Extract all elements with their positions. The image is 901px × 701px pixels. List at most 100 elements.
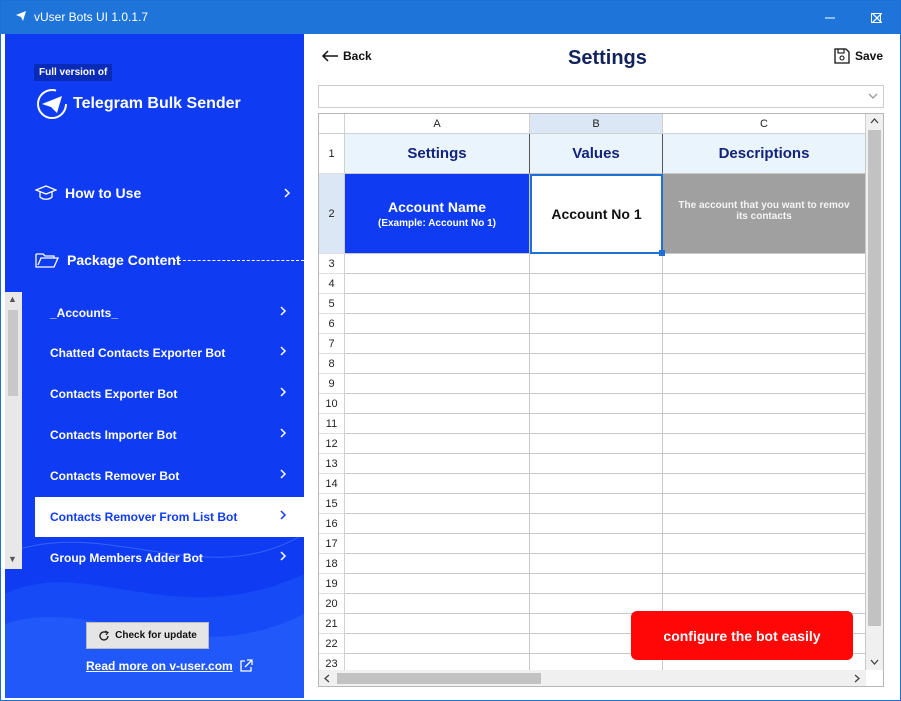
column-header-b[interactable]: B	[530, 114, 663, 134]
grid-cell[interactable]	[530, 414, 663, 434]
grid-cell[interactable]	[663, 514, 866, 534]
scroll-left-icon[interactable]	[323, 674, 332, 683]
scroll-up-icon[interactable]	[870, 117, 879, 126]
row-header[interactable]: 3	[319, 254, 345, 274]
row-header[interactable]: 15	[319, 494, 345, 514]
row-header[interactable]: 6	[319, 314, 345, 334]
grid-cell[interactable]	[345, 334, 530, 354]
scroll-down-icon[interactable]	[870, 657, 879, 666]
grid-cell[interactable]	[663, 454, 866, 474]
description-account-name-cell[interactable]: The account that you want to remov its c…	[663, 174, 866, 254]
grid-cell[interactable]	[530, 274, 663, 294]
minimize-hit[interactable]	[807, 1, 853, 34]
grid-cell[interactable]	[345, 254, 530, 274]
grid-cell[interactable]	[530, 394, 663, 414]
check-update-button[interactable]: Check for update	[86, 622, 209, 649]
row-header[interactable]: 13	[319, 454, 345, 474]
grid-cell[interactable]	[345, 474, 530, 494]
grid-cell[interactable]	[345, 494, 530, 514]
row-header[interactable]: 1	[319, 134, 345, 174]
grid-cell[interactable]	[663, 474, 866, 494]
grid-cell[interactable]	[663, 414, 866, 434]
grid-cell[interactable]	[530, 514, 663, 534]
sidebar-item-accounts[interactable]: _Accounts_	[35, 293, 304, 333]
grid-cell[interactable]	[663, 534, 866, 554]
grid-cell[interactable]	[530, 374, 663, 394]
grid-cell[interactable]	[530, 434, 663, 454]
grid-cell[interactable]	[345, 414, 530, 434]
grid-cell[interactable]	[345, 554, 530, 574]
row-header[interactable]: 10	[319, 394, 345, 414]
row-header[interactable]: 16	[319, 514, 345, 534]
save-button[interactable]: Save	[834, 48, 883, 64]
grid-cell[interactable]	[530, 474, 663, 494]
grid-cell[interactable]	[663, 374, 866, 394]
grid-cell[interactable]	[663, 494, 866, 514]
row-header[interactable]: 5	[319, 294, 345, 314]
row-header[interactable]: 20	[319, 594, 345, 614]
grid-horizontal-scrollbar[interactable]	[319, 670, 866, 686]
grid-cell[interactable]	[345, 594, 530, 614]
grid-cell[interactable]	[663, 434, 866, 454]
grid-cell[interactable]	[530, 554, 663, 574]
grid-cell[interactable]	[345, 534, 530, 554]
grid-cell[interactable]	[345, 274, 530, 294]
grid-cell[interactable]	[345, 374, 530, 394]
sidebar-item-contacts-importer[interactable]: Contacts Importer Bot	[35, 415, 304, 455]
row-header[interactable]: 8	[319, 354, 345, 374]
row-header[interactable]: 2	[319, 174, 345, 254]
grid-cell[interactable]	[663, 254, 866, 274]
scroll-down-icon[interactable]: ▼	[8, 554, 17, 564]
grid-cell[interactable]	[345, 614, 530, 634]
grid-cell[interactable]	[530, 294, 663, 314]
fill-handle[interactable]	[659, 250, 665, 256]
settings-spreadsheet[interactable]: A B C 1 2 3 4 5 6 7 8 9 10 11 12 13 14 15 16 17 18 19 20 21 2…	[318, 113, 884, 687]
sidebar-scrollbar[interactable]: ▲ ▼	[5, 292, 22, 569]
row-header[interactable]: 18	[319, 554, 345, 574]
row-header[interactable]: 9	[319, 374, 345, 394]
value-account-name-cell[interactable]: Account No 1	[530, 174, 663, 254]
column-header-a[interactable]: A	[345, 114, 530, 134]
read-more-link[interactable]: Read more on v-user.com	[86, 659, 253, 673]
scroll-right-icon[interactable]	[852, 674, 861, 683]
sidebar-scroll-thumb[interactable]	[8, 310, 18, 396]
row-header[interactable]: 22	[319, 634, 345, 654]
row-header[interactable]: 11	[319, 414, 345, 434]
row-header[interactable]: 21	[319, 614, 345, 634]
grid-cell[interactable]	[345, 514, 530, 534]
sidebar-item-contacts-exporter[interactable]: Contacts Exporter Bot	[35, 374, 304, 414]
row-header[interactable]: 12	[319, 434, 345, 454]
grid-cell[interactable]	[345, 574, 530, 594]
grid-cell[interactable]	[663, 394, 866, 414]
grid-cell[interactable]	[530, 574, 663, 594]
grid-cell[interactable]	[345, 454, 530, 474]
grid-cell[interactable]	[345, 294, 530, 314]
grid-cell[interactable]	[530, 314, 663, 334]
grid-cell[interactable]	[530, 534, 663, 554]
sidebar-item-contacts-remover[interactable]: Contacts Remover Bot	[35, 456, 304, 496]
header-values-cell[interactable]: Values	[530, 134, 663, 174]
grid-cell[interactable]	[663, 274, 866, 294]
scroll-up-icon[interactable]: ▲	[8, 294, 17, 304]
grid-cell[interactable]	[345, 434, 530, 454]
grid-vertical-scrollbar[interactable]	[866, 114, 883, 670]
sheet-selector-dropdown[interactable]	[318, 85, 884, 108]
grid-cell[interactable]	[345, 394, 530, 414]
row-header[interactable]: 14	[319, 474, 345, 494]
grid-cell[interactable]	[663, 314, 866, 334]
grid-cell[interactable]	[530, 454, 663, 474]
row-header[interactable]: 19	[319, 574, 345, 594]
grid-cell[interactable]	[663, 574, 866, 594]
grid-cell[interactable]	[530, 334, 663, 354]
grid-cell[interactable]	[345, 354, 530, 374]
back-button[interactable]: Back	[321, 49, 372, 63]
header-descriptions-cell[interactable]: Descriptions	[663, 134, 866, 174]
grid-cell[interactable]	[530, 354, 663, 374]
sidebar-item-group-members-adder[interactable]: Group Members Adder Bot	[35, 538, 304, 578]
row-header[interactable]: 4	[319, 274, 345, 294]
grid-vertical-scroll-thumb[interactable]	[868, 130, 881, 626]
grid-cell[interactable]	[345, 314, 530, 334]
grid-cell[interactable]	[530, 494, 663, 514]
nav-how-to-use[interactable]: How to Use	[35, 181, 291, 205]
grid-cell[interactable]	[663, 294, 866, 314]
